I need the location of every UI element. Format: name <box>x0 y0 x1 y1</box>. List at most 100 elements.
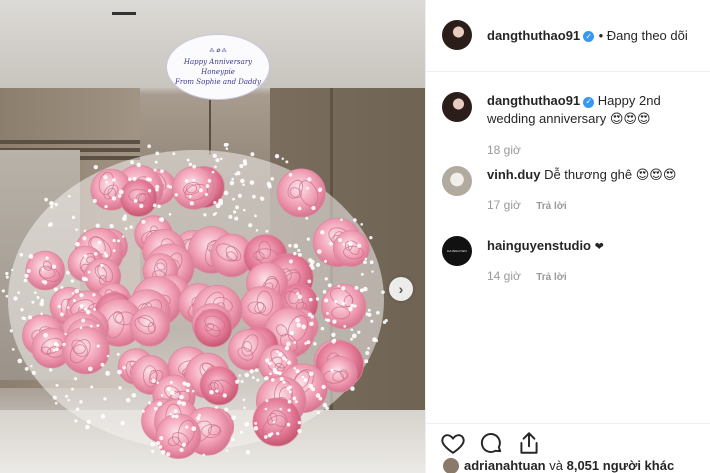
babys-breath-dot <box>147 189 152 193</box>
babys-breath-dot <box>239 430 243 434</box>
commenter-avatar[interactable]: HAINGUYEN <box>442 236 472 266</box>
babys-breath-dot <box>286 386 291 391</box>
comment-username[interactable]: vinh.duy <box>487 167 540 182</box>
comment-time[interactable]: 14 giờ <box>487 269 521 283</box>
babys-breath-dot <box>354 285 359 290</box>
babys-breath-dot <box>274 154 280 159</box>
babys-breath-dot <box>66 306 70 309</box>
likes-suffix[interactable]: người khác <box>603 458 674 473</box>
babys-breath-dot <box>353 304 357 308</box>
babys-breath-dot <box>185 388 190 393</box>
babys-breath-dot <box>321 384 326 390</box>
babys-breath-dot <box>132 176 137 181</box>
babys-breath-dot <box>105 180 108 184</box>
follow-status[interactable]: • Đang theo dõi <box>599 28 688 43</box>
next-photo-button[interactable]: › <box>389 277 413 301</box>
babys-breath-dot <box>168 212 172 216</box>
babys-breath-dot <box>245 450 251 455</box>
babys-breath-dot <box>151 378 156 383</box>
header-row: dangthuthao91 ✓ • Đang theo dõi <box>487 27 688 45</box>
reply-button[interactable]: Trả lời <box>536 201 566 212</box>
babys-breath-dot <box>225 449 229 452</box>
action-bar <box>426 423 710 457</box>
babys-breath-dot <box>370 319 374 323</box>
babys-breath-dot <box>334 300 338 304</box>
caption-avatar[interactable] <box>442 92 472 122</box>
babys-breath-dot <box>53 287 58 292</box>
liker-username[interactable]: adrianahtuan <box>464 458 546 473</box>
caption-username[interactable]: dangthuthao91 <box>487 93 580 108</box>
author-username[interactable]: dangthuthao91 <box>487 28 580 43</box>
rose-flower <box>252 397 302 447</box>
babys-breath-dot <box>209 389 214 395</box>
babys-breath-dot <box>332 319 337 324</box>
comment-username[interactable]: hainguyenstudio <box>487 238 591 253</box>
babys-breath-dot <box>156 441 161 446</box>
babys-breath-dot <box>324 259 327 263</box>
babys-breath-dot <box>50 205 54 209</box>
babys-breath-dot <box>382 320 387 324</box>
babys-breath-dot <box>64 394 69 398</box>
babys-breath-dot <box>192 164 197 169</box>
rose-flower <box>61 326 110 375</box>
babys-breath-dot <box>275 370 279 375</box>
babys-breath-dot <box>103 397 107 401</box>
comment-time[interactable]: 17 giờ <box>487 198 521 212</box>
babys-breath-dot <box>86 419 91 424</box>
babys-breath-dot <box>81 276 87 282</box>
babys-breath-dot <box>93 308 96 311</box>
babys-breath-dot <box>181 401 187 407</box>
babys-breath-dot <box>234 216 239 221</box>
share-icon[interactable] <box>516 430 542 456</box>
babys-breath-dot <box>62 342 66 347</box>
babys-breath-dot <box>36 295 40 299</box>
babys-breath-dot <box>350 328 354 332</box>
babys-breath-dot <box>265 358 270 363</box>
babys-breath-dot <box>166 184 171 188</box>
babys-breath-dot <box>22 317 27 321</box>
babys-breath-dot <box>242 398 246 402</box>
babys-breath-dot <box>255 229 259 232</box>
babys-breath-dot <box>122 366 126 370</box>
comment-icon[interactable] <box>478 430 504 456</box>
babys-breath-dot <box>376 310 380 315</box>
babys-breath-dot <box>67 398 71 402</box>
babys-breath-dot <box>215 389 219 393</box>
babys-breath-dot <box>1 289 5 293</box>
babys-breath-dot <box>93 164 98 170</box>
babys-breath-dot <box>11 268 14 272</box>
rose-flower <box>276 168 326 218</box>
reply-button[interactable]: Trả lời <box>536 272 566 283</box>
babys-breath-dot <box>89 324 93 328</box>
babys-breath-dot <box>267 433 272 438</box>
babys-breath-dot <box>297 248 301 252</box>
babys-breath-dot <box>224 407 229 412</box>
babys-breath-dot <box>297 420 302 425</box>
author-avatar[interactable] <box>442 20 472 50</box>
babys-breath-dot <box>315 262 321 267</box>
commenter-avatar[interactable] <box>442 166 472 196</box>
babys-breath-dot <box>104 253 109 258</box>
babys-breath-dot <box>250 152 255 157</box>
babys-breath-dot <box>285 160 289 164</box>
likes-count[interactable]: 8,051 <box>567 458 600 473</box>
babys-breath-dot <box>54 202 58 207</box>
babys-breath-dot <box>17 291 21 295</box>
comment-meta: 17 giờ Trả lời <box>487 198 567 212</box>
heart-icon[interactable] <box>440 430 466 456</box>
babys-breath-dot <box>288 390 292 394</box>
babys-breath-dot <box>284 345 290 351</box>
babys-breath-dot <box>191 426 197 432</box>
studio-avatar-text: HAINGUYEN <box>447 249 467 253</box>
babys-breath-dot <box>17 358 23 364</box>
babys-breath-dot <box>34 291 37 295</box>
babys-breath-dot <box>51 264 57 269</box>
babys-breath-dot <box>26 269 31 274</box>
babys-breath-dot <box>20 308 24 312</box>
caption-time[interactable]: 18 giờ <box>487 143 521 157</box>
babys-breath-dot <box>374 339 379 343</box>
babys-breath-dot <box>275 350 279 354</box>
babys-breath-dot <box>70 279 75 283</box>
babys-breath-dot <box>75 241 80 247</box>
caption: dangthuthao91 ✓ Happy 2nd wedding anniver… <box>487 92 702 128</box>
